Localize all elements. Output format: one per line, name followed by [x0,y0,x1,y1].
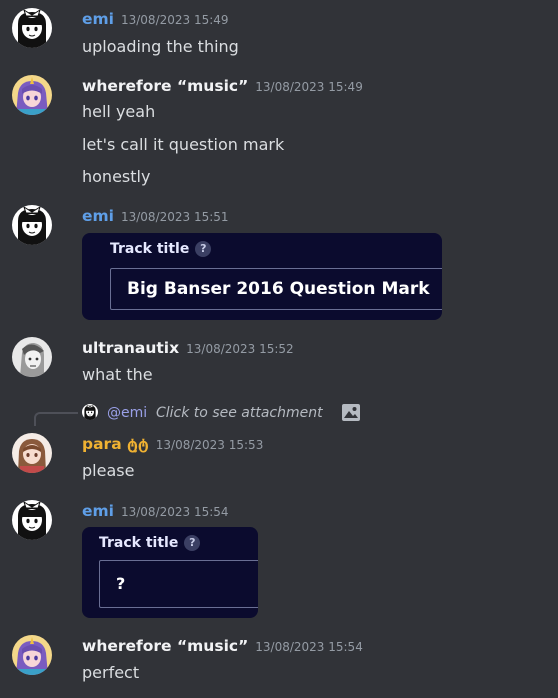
message-header: emi 13/08/2023 15:49 [82,8,229,30]
reply-reference[interactable]: @emi Click to see attachment [34,403,554,426]
wherefore-avatar-icon[interactable] [12,75,52,115]
timestamp: 13/08/2023 15:49 [255,80,363,94]
author-name[interactable]: wherefore “music” [82,77,248,95]
emi-mini-avatar-icon [82,404,98,420]
message-text: let's call it question mark [82,135,285,154]
message-header: para ტ̫ტ 13/08/2023 15:53 [82,433,263,455]
message-text: honestly [82,167,151,186]
track-title-value: ? [116,574,126,593]
timestamp: 13/08/2023 15:52 [186,342,294,356]
author-name[interactable]: emi [82,10,114,28]
message-header: wherefore “music” 13/08/2023 15:54 [82,635,363,657]
author-name[interactable]: ultranautix [82,339,179,357]
message-text: please [82,461,135,480]
message-text: hell yeah [82,102,156,121]
timestamp: 13/08/2023 15:54 [255,640,363,654]
timestamp: 13/08/2023 15:49 [120,13,229,27]
image-attachment[interactable]: Track title? ? [82,527,258,618]
track-title-label: Track title [110,241,190,257]
message-header: wherefore “music” 13/08/2023 15:49 [82,75,363,97]
message-header: emi 13/08/2023 15:54 [82,500,229,522]
author-name[interactable]: emi [82,502,114,520]
message-header: emi 13/08/2023 15:51 [82,205,229,227]
image-icon [342,404,360,421]
author-name[interactable]: para ტ̫ტ [82,435,149,453]
image-attachment[interactable]: Track title? Big Banser 2016 Question Ma… [82,233,442,320]
reply-spine [34,412,78,426]
message-header: ultranautix 13/08/2023 15:52 [82,337,294,359]
message-text: perfect [82,663,140,682]
track-title-value: Big Banser 2016 Question Mark [127,279,430,299]
timestamp: 13/08/2023 15:54 [120,505,229,519]
reply-mention[interactable]: @emi [107,403,147,423]
emi-avatar-icon[interactable] [12,8,52,48]
timestamp: 13/08/2023 15:51 [120,210,229,224]
track-title-label: Track title [99,535,179,551]
emi-avatar-icon[interactable] [12,205,52,245]
track-title-field: ? [99,560,258,608]
message-text: what the [82,365,153,384]
author-name[interactable]: emi [82,207,114,225]
message-text: uploading the thing [82,37,239,56]
ultranautix-avatar-icon[interactable] [12,337,52,377]
reply-text[interactable]: Click to see attachment [156,403,323,423]
para-avatar-icon[interactable] [12,433,52,473]
timestamp: 13/08/2023 15:53 [155,438,264,452]
author-name[interactable]: wherefore “music” [82,637,248,655]
help-icon: ? [184,535,201,551]
help-icon: ? [195,241,212,257]
wherefore-avatar-icon[interactable] [12,635,52,675]
emi-avatar-icon[interactable] [12,500,52,540]
track-title-field: Big Banser 2016 Question Mark [110,268,442,310]
